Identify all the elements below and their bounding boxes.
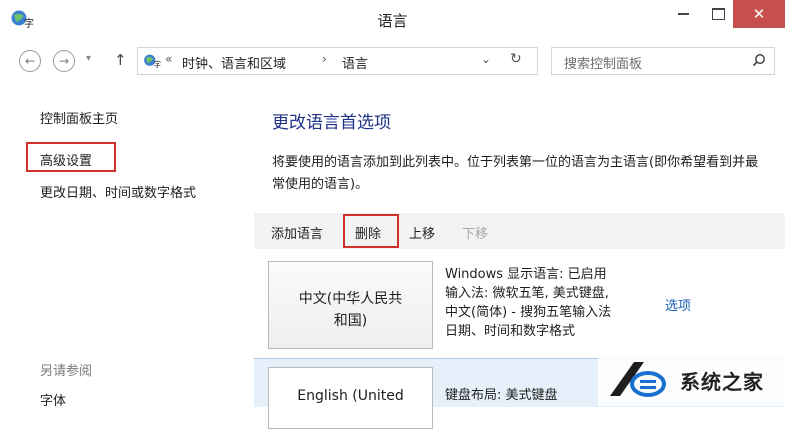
detail-input-methods-cont: 中文(简体) - 搜狗五笔输入法 — [445, 305, 612, 320]
forward-button[interactable]: → — [53, 50, 75, 72]
close-button[interactable]: ✕ — [733, 0, 785, 28]
detail-keyboard-layout: 键盘布局: 美式键盘 — [445, 388, 558, 403]
watermark-text: 系统之家 — [680, 370, 764, 394]
see-also-heading: 另请参阅 — [40, 364, 93, 379]
move-down-button[interactable]: 下移 — [462, 223, 488, 242]
title-bar: 字 语言 ✕ — [0, 0, 785, 38]
search-box[interactable]: 搜索控制面板 — [551, 47, 775, 75]
svg-text:字: 字 — [154, 59, 162, 69]
breadcrumb-clock-language-region[interactable]: 时钟、语言和区域 — [182, 53, 286, 72]
detail-input-methods: 输入法: 微软五笔, 美式键盘, — [445, 286, 609, 301]
breadcrumb-separator[interactable]: › — [322, 52, 327, 66]
detail-display-language: Windows 显示语言: 已启用 — [445, 267, 607, 282]
language-name-line1: 中文(中华人民共 — [298, 291, 403, 307]
back-button[interactable]: ← — [19, 50, 41, 72]
refresh-icon[interactable]: ↻ — [510, 51, 522, 67]
breadcrumb-language[interactable]: 语言 — [342, 53, 368, 72]
maximize-button[interactable] — [703, 0, 733, 28]
move-up-button[interactable]: 上移 — [409, 223, 435, 242]
language-name-line2: 和国) — [333, 313, 368, 329]
chevron-down-icon: ▾ — [86, 53, 92, 64]
close-icon: ✕ — [752, 5, 766, 23]
page-title: 更改语言首选项 — [272, 113, 391, 133]
language-name-english: English (United — [297, 388, 404, 404]
up-button[interactable]: ↑ — [114, 51, 127, 69]
minimize-icon — [677, 13, 689, 15]
left-pane: 控制面板主页 高级设置 更改日期、时间或数字格式 另请参阅 字体 — [0, 80, 250, 409]
address-row: ← → ▾ ↑ 字 « 时钟、语言和区域 › 语言 ⌄ ↻ 搜索控制面板 — [0, 42, 785, 78]
options-link[interactable]: 选项 — [665, 295, 691, 314]
forward-arrow-icon: → — [58, 54, 70, 68]
address-bar[interactable]: 字 « 时钟、语言和区域 › 语言 ⌄ ↻ — [137, 47, 538, 75]
control-panel-home-link[interactable]: 控制面板主页 — [40, 108, 118, 127]
search-input[interactable]: 搜索控制面板 — [564, 53, 642, 72]
maximize-icon — [711, 8, 725, 20]
fonts-link[interactable]: 字体 — [40, 390, 66, 409]
detail-formats: 日期、时间和数字格式 — [445, 324, 576, 339]
language-row-chinese[interactable]: 中文(中华人民共 和国) Windows 显示语言: 已启用 输入法: 微软五笔… — [254, 255, 785, 351]
recent-locations-button[interactable]: ▾ — [86, 53, 91, 64]
minimize-button[interactable] — [663, 0, 703, 28]
up-arrow-icon: ↑ — [114, 51, 127, 69]
remove-button[interactable]: 删除 — [355, 223, 381, 242]
watermark-logo-icon — [610, 362, 666, 397]
language-tile-chinese[interactable]: 中文(中华人民共 和国) — [268, 261, 433, 349]
watermark: 系统之家 — [598, 352, 785, 406]
control-panel-icon: 字 — [144, 54, 162, 69]
page-description: 将要使用的语言添加到此列表中。位于列表第一位的语言为主语言(即你希望看到并最常使… — [272, 155, 759, 192]
add-language-button[interactable]: 添加语言 — [271, 223, 323, 242]
language-details-chinese: Windows 显示语言: 已启用 输入法: 微软五笔, 美式键盘, 中文(简体… — [445, 265, 611, 341]
language-toolbar: 添加语言 删除 上移 下移 — [254, 213, 785, 249]
address-dropdown-button[interactable]: ⌄ — [481, 52, 491, 66]
back-arrow-icon: ← — [24, 54, 36, 68]
advanced-settings-link[interactable]: 高级设置 — [40, 150, 92, 169]
search-icon[interactable] — [752, 53, 766, 67]
language-details-english: 键盘布局: 美式键盘 — [445, 386, 558, 405]
overflow-chevron[interactable]: « — [165, 52, 172, 66]
change-date-time-format-link[interactable]: 更改日期、时间或数字格式 — [40, 182, 196, 201]
language-tile-english[interactable]: English (United — [268, 367, 433, 429]
